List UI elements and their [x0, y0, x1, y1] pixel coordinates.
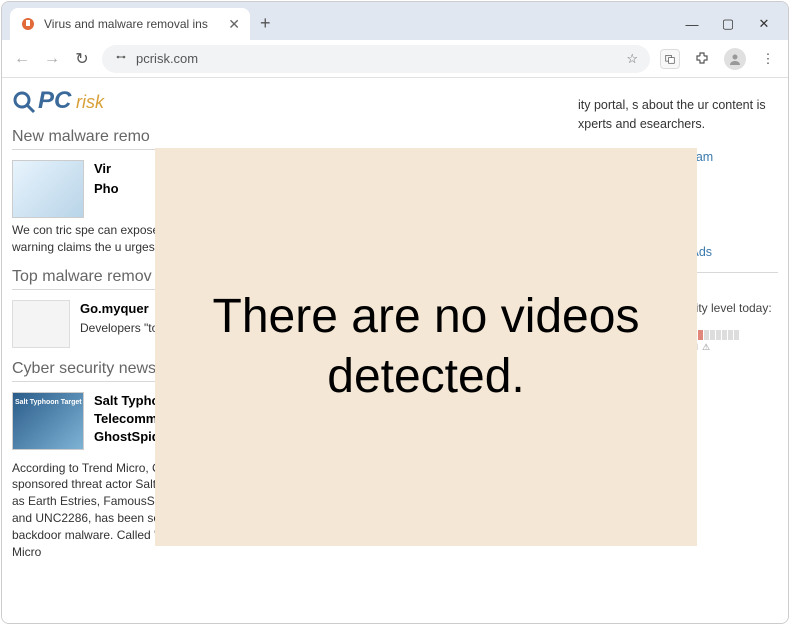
extensions-icon[interactable] [692, 49, 712, 69]
back-button[interactable]: ← [12, 50, 32, 68]
article-title-line2: Pho [94, 180, 119, 198]
menu-icon[interactable]: ⋮ [758, 49, 778, 69]
site-info-icon[interactable] [114, 50, 128, 67]
translate-icon[interactable] [660, 49, 680, 69]
svg-text:PC: PC [38, 87, 72, 114]
article-thumbnail [12, 300, 70, 348]
browser-tab[interactable]: Virus and malware removal ins ✕ [10, 8, 250, 40]
video-overlay: There are no videos detected. [155, 148, 697, 546]
article-thumbnail [12, 392, 84, 450]
tab-favicon-icon [20, 16, 36, 32]
article-body: Vir Pho [94, 160, 119, 218]
tab-title: Virus and malware removal ins [44, 17, 220, 31]
bookmark-star-icon[interactable]: ☆ [626, 51, 638, 67]
svg-text:risk: risk [76, 92, 105, 112]
new-tab-button[interactable]: + [260, 13, 271, 34]
window-titlebar: Virus and malware removal ins ✕ + — ▢ ✕ [2, 2, 788, 40]
warning-icon: ⚠ [702, 342, 710, 353]
maximize-icon[interactable]: ▢ [720, 16, 736, 32]
url-text: pcrisk.com [136, 51, 618, 66]
forward-button[interactable]: → [42, 50, 62, 68]
article-thumbnail [12, 160, 84, 218]
page-viewport: PC risk New malware remo Vir Pho We con … [2, 78, 788, 624]
overlay-message: There are no videos detected. [155, 287, 697, 407]
profile-avatar-icon[interactable] [724, 48, 746, 70]
address-bar[interactable]: pcrisk.com ☆ [102, 45, 650, 73]
site-logo[interactable]: PC risk [12, 84, 566, 116]
minimize-icon[interactable]: — [684, 16, 700, 32]
article-title: Vir [94, 160, 119, 178]
section-new-malware: New malware remo [12, 128, 566, 150]
tab-close-icon[interactable]: ✕ [228, 16, 240, 33]
about-text: ity portal, s about the ur content is xp… [578, 96, 778, 134]
window-controls: — ▢ ✕ [684, 16, 780, 32]
reload-button[interactable]: ↻ [72, 49, 92, 69]
close-window-icon[interactable]: ✕ [756, 16, 772, 32]
browser-toolbar: ← → ↻ pcrisk.com ☆ ⋮ [2, 40, 788, 78]
